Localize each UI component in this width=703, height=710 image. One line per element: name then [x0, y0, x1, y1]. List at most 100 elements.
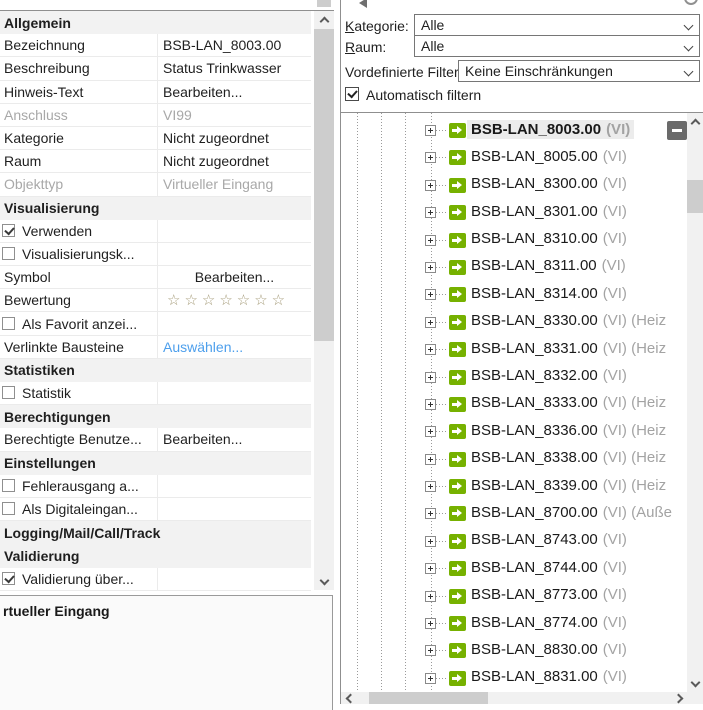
- property-value-cell[interactable]: [157, 567, 311, 591]
- scrollbar-thumb[interactable]: [314, 29, 334, 341]
- property-row[interactable]: Fehlerausgang a...: [0, 474, 311, 498]
- tree-item-label[interactable]: BSB-LAN_8314.00 (VI): [467, 284, 631, 303]
- tree-item-label[interactable]: BSB-LAN_8831.00 (VI): [467, 667, 631, 686]
- tree-item[interactable]: BSB-LAN_8336.00 (VI) (Heiz: [341, 418, 687, 445]
- tree-item[interactable]: BSB-LAN_8311.00 (VI): [341, 254, 687, 281]
- tree-item-label[interactable]: BSB-LAN_8332.00 (VI): [467, 366, 631, 385]
- tree-item-label[interactable]: BSB-LAN_8743.00 (VI): [467, 530, 631, 549]
- tree-item[interactable]: BSB-LAN_8339.00 (VI) (Heiz: [341, 473, 687, 500]
- property-row[interactable]: Objekttyp Virtueller Eingang: [0, 173, 311, 197]
- tree-vertical-scrollbar[interactable]: [687, 113, 703, 692]
- tree-item[interactable]: BSB-LAN_8338.00 (VI) (Heiz: [341, 446, 687, 473]
- minus-badge-icon[interactable]: [667, 121, 687, 140]
- tree-item[interactable]: BSB-LAN_8300.00 (VI): [341, 172, 687, 199]
- property-value-cell[interactable]: Status Trinkwasser: [157, 57, 311, 81]
- tree-item-label[interactable]: BSB-LAN_8339.00 (VI) (Heiz: [467, 476, 670, 495]
- expand-plus-icon[interactable]: [425, 672, 436, 684]
- property-value-link[interactable]: Auswählen...: [157, 335, 311, 359]
- property-checkbox[interactable]: [2, 386, 15, 400]
- expand-plus-icon[interactable]: [425, 618, 436, 630]
- property-row[interactable]: Beschreibung Status Trinkwasser: [0, 57, 311, 81]
- tree-item[interactable]: BSB-LAN_8333.00 (VI) (Heiz: [341, 391, 687, 418]
- property-row[interactable]: Visualisierungsk...: [0, 242, 311, 267]
- property-value-cell[interactable]: Bearbeiten...: [157, 266, 311, 290]
- property-row[interactable]: Als Favorit anzei...: [0, 312, 311, 336]
- tree-item[interactable]: BSB-LAN_8830.00 (VI): [341, 637, 687, 664]
- tree-item-label[interactable]: BSB-LAN_8300.00 (VI): [467, 174, 631, 193]
- expand-plus-icon[interactable]: [425, 289, 436, 301]
- scroll-down-button[interactable]: [314, 574, 334, 590]
- expand-plus-icon[interactable]: [425, 453, 436, 465]
- tree-item[interactable]: BSB-LAN_8330.00 (VI) (Heiz: [341, 309, 687, 336]
- tree-item[interactable]: BSB-LAN_8773.00 (VI): [341, 583, 687, 610]
- property-value-cell[interactable]: [157, 219, 311, 243]
- property-checkbox[interactable]: [2, 502, 15, 516]
- tree-item[interactable]: BSB-LAN_8744.00 (VI): [341, 555, 687, 582]
- property-row[interactable]: Validierung über...: [0, 567, 311, 591]
- expand-plus-icon[interactable]: [425, 508, 436, 520]
- property-value-cell[interactable]: Nicht zugeordnet: [157, 126, 311, 151]
- scroll-right-button[interactable]: [672, 692, 687, 704]
- tree-item[interactable]: BSB-LAN_8005.00 (VI): [341, 144, 687, 171]
- tree-item-label[interactable]: BSB-LAN_8774.00 (VI): [467, 613, 631, 632]
- property-row[interactable]: Statistik: [0, 382, 311, 406]
- expand-plus-icon[interactable]: [425, 481, 436, 493]
- property-row[interactable]: Hinweis-Text Bearbeiten...: [0, 80, 311, 104]
- expand-plus-icon[interactable]: [425, 426, 436, 438]
- tree-item-label[interactable]: BSB-LAN_8744.00 (VI): [467, 558, 631, 577]
- tree-item-label[interactable]: BSB-LAN_8830.00 (VI): [467, 640, 631, 659]
- property-row[interactable]: Raum Nicht zugeordnet: [0, 150, 311, 174]
- property-value-cell[interactable]: [157, 497, 311, 522]
- property-row[interactable]: Anschluss VI99: [0, 103, 311, 127]
- expand-plus-icon[interactable]: [425, 152, 436, 164]
- tree-item[interactable]: BSB-LAN_8331.00 (VI) (Heiz: [341, 336, 687, 363]
- tree-item-label[interactable]: BSB-LAN_8310.00 (VI): [467, 229, 631, 248]
- expand-plus-icon[interactable]: [425, 179, 436, 191]
- tree-item-label[interactable]: BSB-LAN_8331.00 (VI) (Heiz: [467, 339, 670, 358]
- tree-item[interactable]: BSB-LAN_8314.00 (VI): [341, 281, 687, 308]
- expand-plus-icon[interactable]: [425, 590, 436, 602]
- tree-item[interactable]: BSB-LAN_8003.00 (VI): [341, 117, 687, 144]
- tree-item-label[interactable]: BSB-LAN_8773.00 (VI): [467, 585, 631, 604]
- tree-item[interactable]: BSB-LAN_8310.00 (VI): [341, 227, 687, 254]
- expand-plus-icon[interactable]: [425, 207, 436, 219]
- property-checkbox[interactable]: [2, 223, 15, 237]
- property-row[interactable]: Symbol Bearbeiten...: [0, 266, 311, 290]
- expand-plus-icon[interactable]: [425, 316, 436, 328]
- property-value-cell[interactable]: Virtueller Eingang: [157, 173, 311, 197]
- property-row[interactable]: Verwenden: [0, 219, 311, 243]
- tree-item-label[interactable]: BSB-LAN_8301.00 (VI): [467, 202, 631, 221]
- scrollbar-thumb[interactable]: [687, 180, 703, 213]
- automatisch-filtern-checkbox[interactable]: [345, 87, 359, 101]
- tree-item-label[interactable]: BSB-LAN_8005.00 (VI): [467, 147, 631, 166]
- property-checkbox[interactable]: [2, 246, 15, 260]
- property-row[interactable]: Bezeichnung BSB-LAN_8003.00: [0, 34, 311, 58]
- expand-plus-icon[interactable]: [425, 645, 436, 657]
- rating-stars[interactable]: ☆☆☆☆☆☆☆: [157, 289, 311, 313]
- property-row[interactable]: Als Digitaleingan...: [0, 497, 311, 522]
- tree-item-label[interactable]: BSB-LAN_8330.00 (VI) (Heiz: [467, 311, 670, 330]
- tree-item[interactable]: BSB-LAN_8332.00 (VI): [341, 364, 687, 391]
- raum-dropdown[interactable]: Alle: [414, 35, 700, 57]
- tree-item[interactable]: BSB-LAN_8831.00 (VI): [341, 665, 687, 692]
- expand-plus-icon[interactable]: [425, 371, 436, 383]
- tree-horizontal-scrollbar[interactable]: [341, 692, 687, 704]
- vordefinierte-filter-dropdown[interactable]: Keine Einschränkungen: [458, 60, 700, 82]
- expand-plus-icon[interactable]: [425, 535, 436, 547]
- tree-item[interactable]: BSB-LAN_8301.00 (VI): [341, 199, 687, 226]
- scroll-down-button[interactable]: [687, 676, 703, 692]
- scrollbar-thumb[interactable]: [369, 692, 488, 704]
- scroll-up-button[interactable]: [687, 113, 703, 129]
- tree-item-label[interactable]: BSB-LAN_8338.00 (VI) (Heiz: [467, 448, 670, 467]
- tree-item-label[interactable]: BSB-LAN_8333.00 (VI) (Heiz: [467, 393, 670, 412]
- property-row[interactable]: Verlinkte Bausteine Auswählen...: [0, 335, 311, 359]
- tree-item-label[interactable]: BSB-LAN_8336.00 (VI) (Heiz: [467, 421, 670, 440]
- expand-plus-icon[interactable]: [425, 234, 436, 246]
- tree-item-label[interactable]: BSB-LAN_8700.00 (VI) (Auße: [467, 503, 676, 522]
- property-value-cell[interactable]: [157, 242, 311, 267]
- property-value-cell[interactable]: Bearbeiten...: [157, 80, 311, 104]
- property-checkbox[interactable]: [2, 478, 15, 492]
- kategorie-dropdown[interactable]: Alle: [414, 14, 700, 36]
- expand-plus-icon[interactable]: [425, 125, 436, 136]
- property-value-cell[interactable]: Bearbeiten...: [157, 428, 311, 452]
